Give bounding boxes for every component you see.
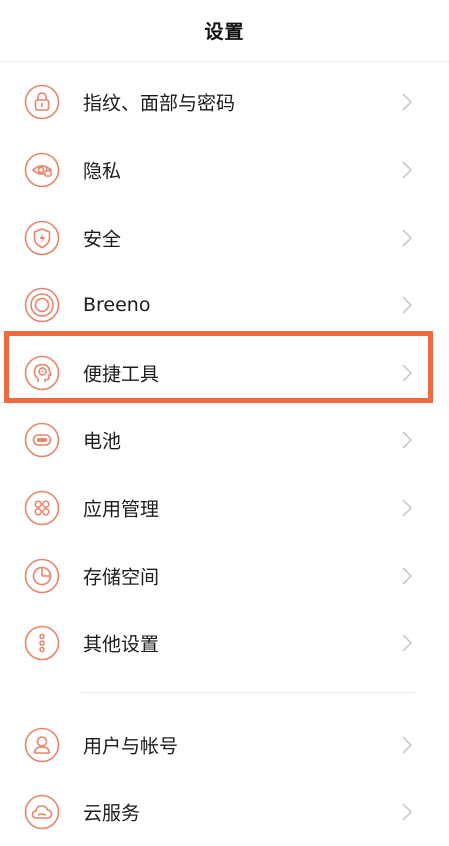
lock-icon [24, 84, 60, 120]
menu-item-users-accounts[interactable]: 用户与帐号 [0, 711, 449, 778]
chevron-right-icon [401, 633, 413, 652]
menu-item-fingerprint-face-password[interactable]: 指纹、面部与密码 [0, 68, 449, 135]
menu-item-app-management[interactable]: 应用管理 [0, 474, 449, 541]
storage-pie-icon [24, 558, 60, 594]
menu-item-battery[interactable]: 电池 [0, 406, 449, 473]
menu-item-label: 云服务 [83, 802, 141, 824]
breeno-rings-icon [24, 287, 60, 323]
menu-item-security[interactable]: 安全 [0, 204, 449, 271]
shield-icon [24, 220, 60, 256]
menu-item-label: 应用管理 [83, 498, 160, 520]
chevron-right-icon [401, 430, 413, 449]
chevron-right-icon [401, 566, 413, 585]
section-divider [81, 692, 415, 693]
menu-item-label: 安全 [83, 228, 122, 250]
menu-item-label: 电池 [83, 430, 122, 452]
chevron-right-icon [401, 735, 413, 754]
menu-item-label: Breeno [83, 293, 151, 316]
chevron-right-icon [401, 802, 413, 821]
menu-item-storage[interactable]: 存储空间 [0, 542, 449, 609]
menu-item-label: 用户与帐号 [83, 735, 179, 757]
menu-item-other-settings[interactable]: 其他设置 [0, 609, 449, 676]
menu-item-label: 指纹、面部与密码 [83, 92, 236, 114]
apps-grid-icon [24, 490, 60, 526]
chevron-right-icon [401, 92, 413, 111]
menu-item-breeno[interactable]: Breeno [0, 271, 449, 338]
chevron-right-icon [401, 160, 413, 179]
menu-item-convenient-tools[interactable]: 便捷工具 [0, 339, 449, 406]
cloud-icon [24, 794, 60, 830]
page-title: 设置 [204, 21, 245, 43]
menu-item-privacy[interactable]: 隐私 [0, 136, 449, 203]
menu-item-label: 其他设置 [83, 633, 160, 655]
user-icon [24, 727, 60, 763]
menu-item-label: 存储空间 [83, 566, 160, 588]
head-tools-icon [24, 355, 60, 391]
menu-item-label: 便捷工具 [83, 363, 160, 385]
chevron-right-icon [401, 363, 413, 382]
chevron-right-icon [401, 498, 413, 517]
more-dots-icon [24, 625, 60, 661]
chevron-right-icon [401, 228, 413, 247]
battery-icon [24, 422, 60, 458]
menu-item-cloud-services[interactable]: 云服务 [0, 778, 449, 845]
privacy-eye-icon [24, 152, 60, 188]
menu-item-label: 隐私 [83, 160, 122, 182]
top-bar: 设置 [0, 0, 449, 62]
chevron-right-icon [401, 295, 413, 314]
